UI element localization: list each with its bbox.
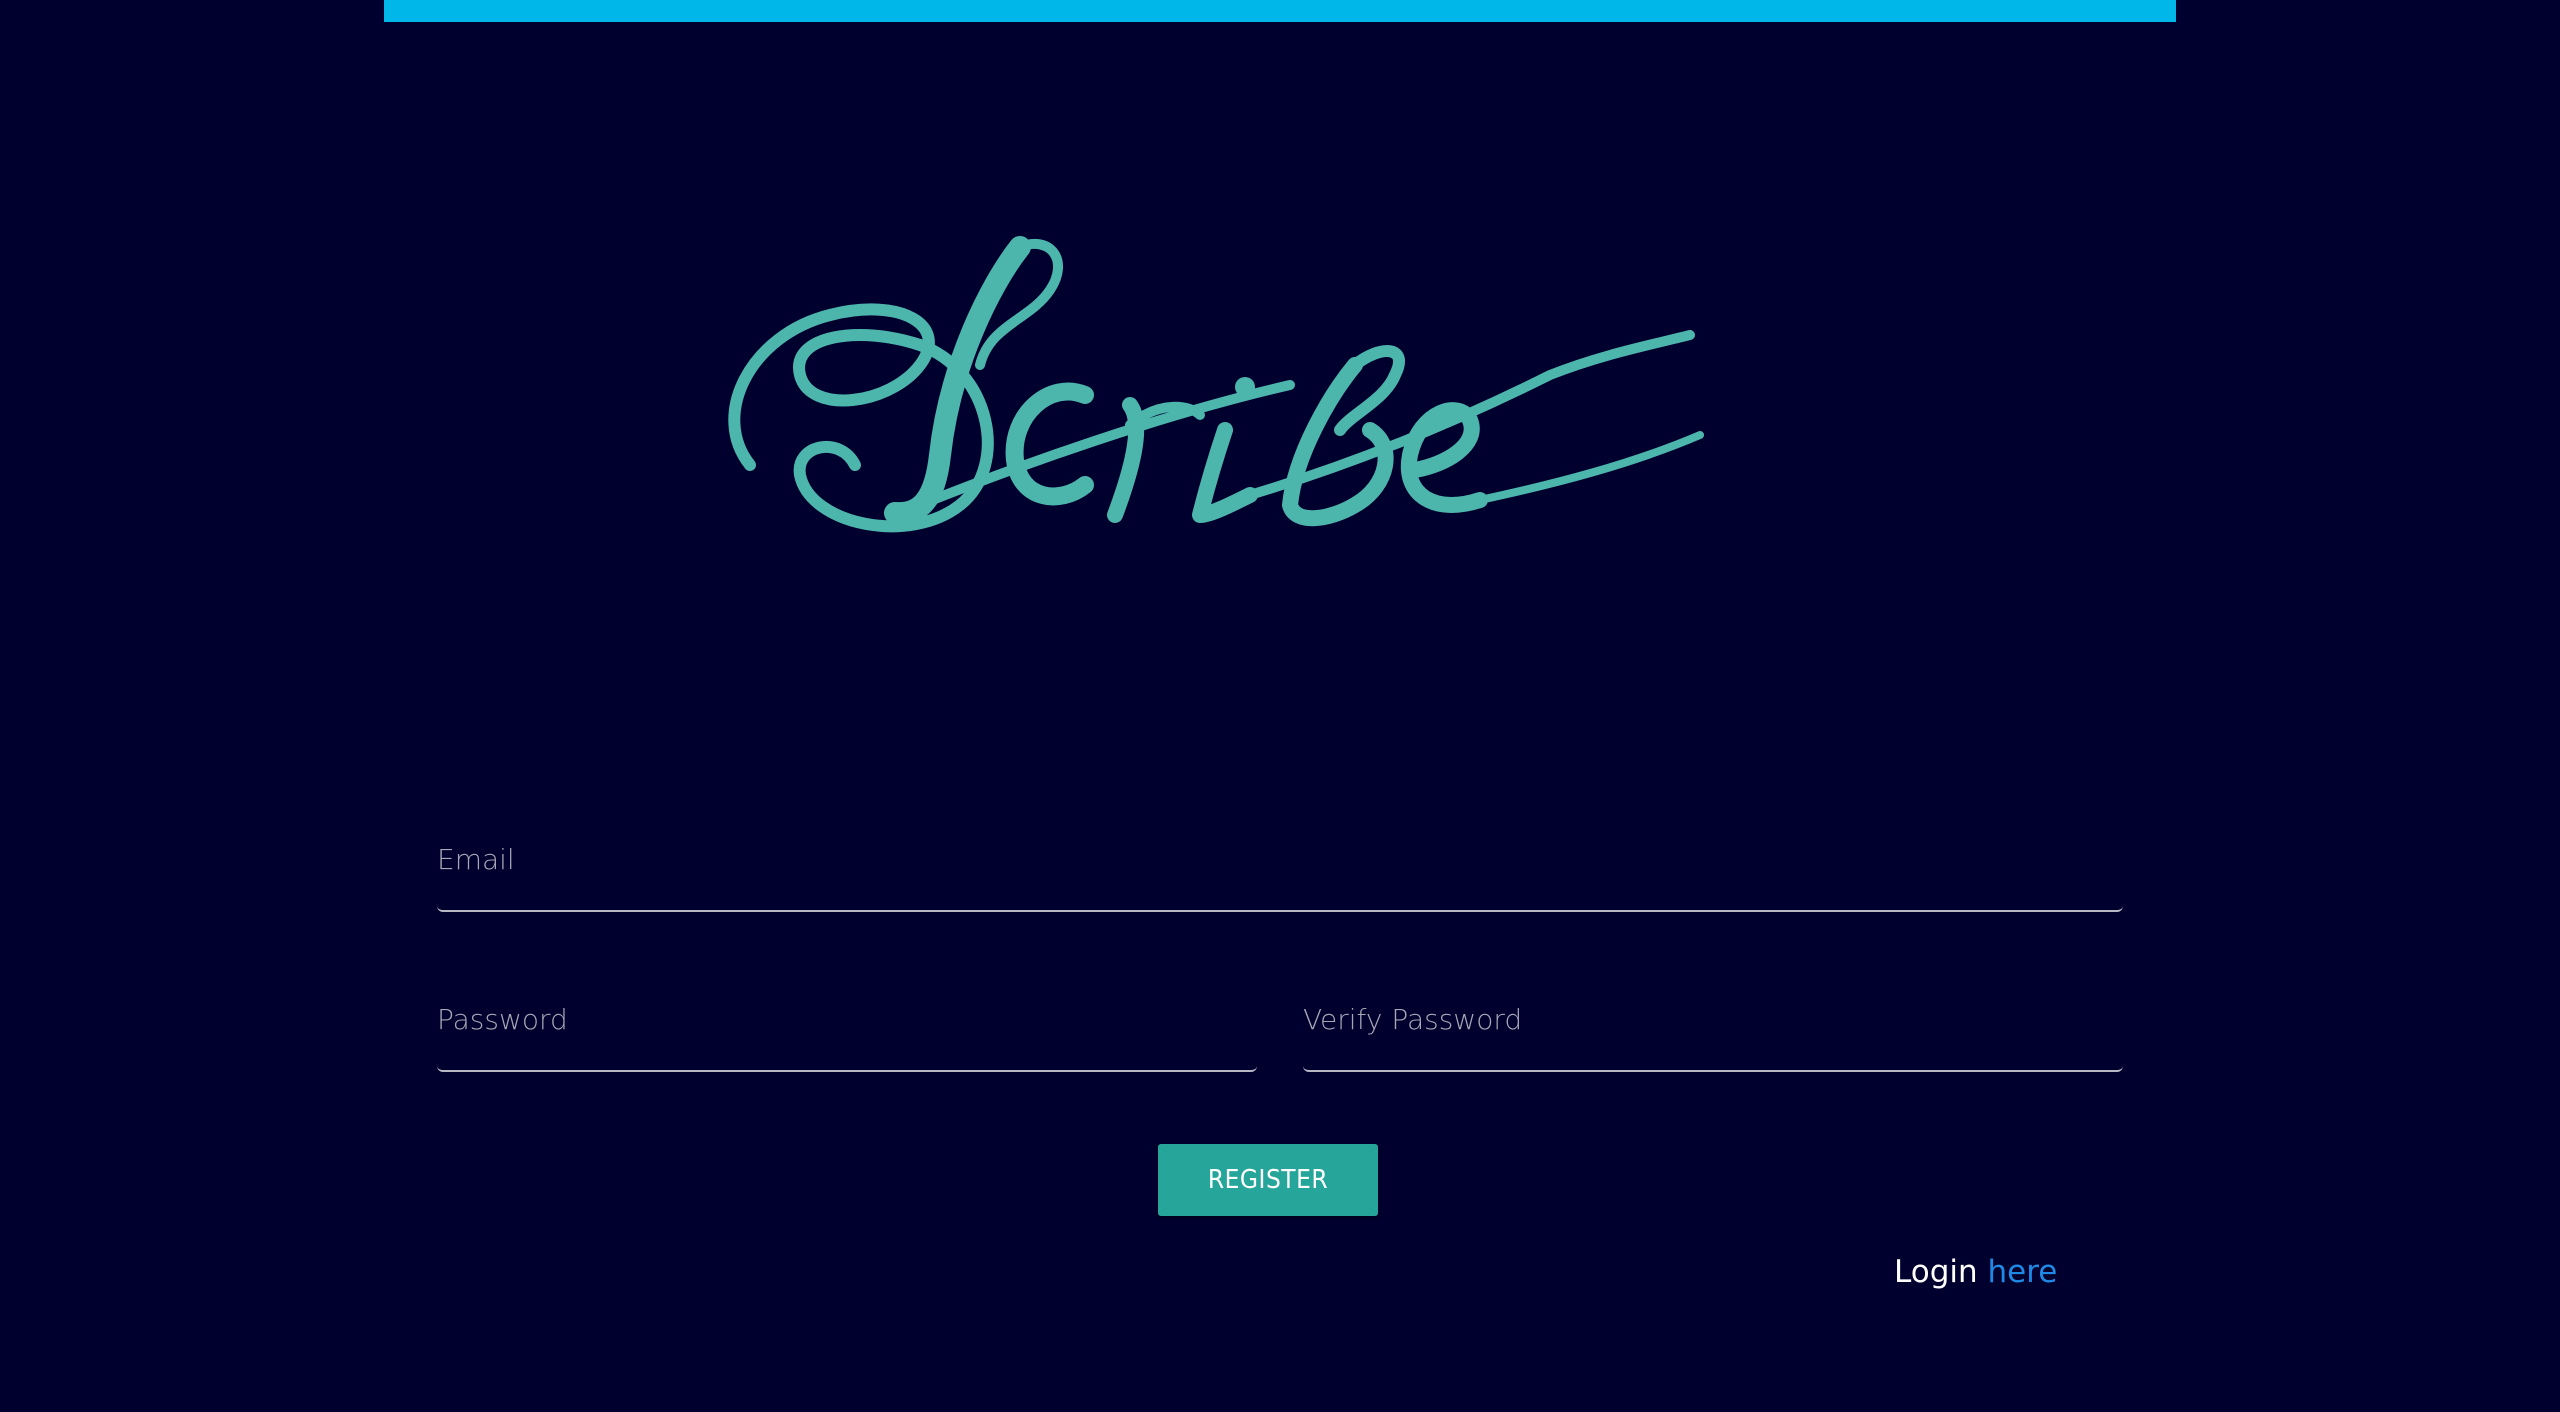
verify-password-field-wrapper xyxy=(1303,980,2123,1072)
top-accent-bar xyxy=(384,0,2176,22)
password-field-wrapper xyxy=(437,980,1257,1072)
scribe-logo xyxy=(690,215,1750,545)
login-prompt: Login here xyxy=(1894,1254,2057,1290)
password-field[interactable] xyxy=(437,980,1257,1072)
register-button[interactable]: REGISTER xyxy=(1158,1144,1378,1216)
login-prompt-text: Login xyxy=(1894,1254,1988,1290)
verify-password-field[interactable] xyxy=(1303,980,2123,1072)
email-field-wrapper xyxy=(437,820,2123,912)
login-here-link[interactable]: here xyxy=(1987,1254,2057,1290)
email-field[interactable] xyxy=(437,820,2123,912)
